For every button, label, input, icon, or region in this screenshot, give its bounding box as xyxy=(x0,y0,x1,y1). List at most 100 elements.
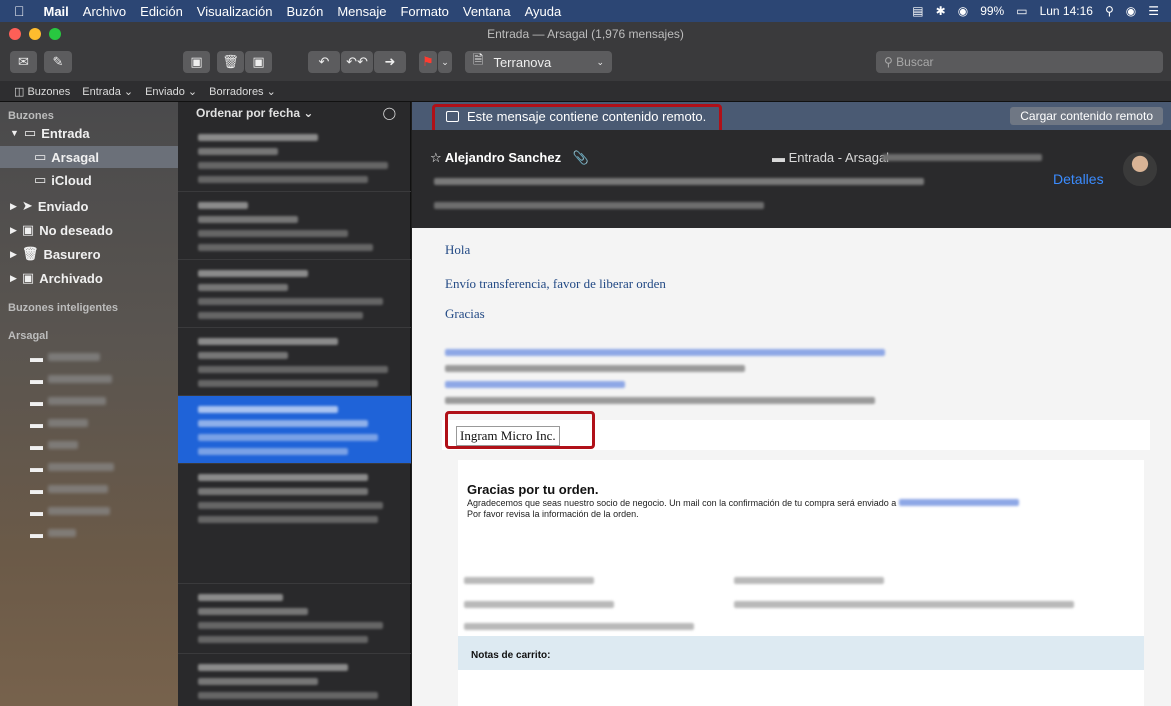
battery-percent[interactable]: 99% xyxy=(980,4,1004,18)
folder-icon: ▬ xyxy=(30,481,43,497)
sidebar-item-icloud[interactable]: ▭ iCloud xyxy=(0,169,178,191)
battery-icon[interactable]: ▭ xyxy=(1016,4,1027,18)
sidebar-folder[interactable]: ▬ xyxy=(0,368,178,390)
sidebar-item-enviado[interactable]: ▶ ➤ Enviado xyxy=(0,195,178,217)
get-mail-button[interactable]: ✉ xyxy=(10,51,37,73)
list-item[interactable] xyxy=(178,584,411,654)
fav-buzones[interactable]: ◫ Buzones xyxy=(14,85,70,98)
menu-mensaje[interactable]: Mensaje xyxy=(330,4,393,19)
clock[interactable]: Lun 14:16 xyxy=(1040,4,1093,18)
search-placeholder: Buscar xyxy=(896,55,934,69)
fav-entrada[interactable]: Entrada ⌄ xyxy=(82,85,133,98)
archive-button[interactable]: ▣ xyxy=(183,51,210,73)
sidebar-folder[interactable]: ▬ xyxy=(0,390,178,412)
details-link[interactable]: Detalles xyxy=(1053,171,1104,187)
sidebar-folder[interactable]: ▬ xyxy=(0,412,178,434)
flag-menu-button[interactable]: ⌄ xyxy=(438,51,452,73)
list-item[interactable] xyxy=(178,192,411,260)
menu-visualizacion[interactable]: Visualización xyxy=(190,4,280,19)
sort-control[interactable]: Ordenar por fecha ⌄ ◯ xyxy=(178,102,410,124)
siri-icon[interactable]: ◉ xyxy=(1126,4,1136,18)
inbox-icon: ▭ xyxy=(23,125,37,140)
forward-icon: ➜ xyxy=(384,54,396,69)
sent-icon: ➤ xyxy=(21,198,33,213)
highlight-box-company xyxy=(445,411,595,449)
bluetooth-icon[interactable]: ✱ xyxy=(936,4,946,18)
sidebar-folder[interactable]: ▬ xyxy=(0,434,178,456)
load-remote-content-button[interactable]: Cargar contenido remoto xyxy=(1010,107,1163,125)
menu-ayuda[interactable]: Ayuda xyxy=(518,4,569,19)
menu-edicion[interactable]: Edición xyxy=(133,4,190,19)
sidebar-item-no-deseado[interactable]: ▶ ▣ No deseado xyxy=(0,219,178,241)
forward-button[interactable]: ➜ xyxy=(374,51,406,73)
reply-all-button[interactable]: ↶↶ xyxy=(341,51,373,73)
sidebar-folder[interactable]: ▬ xyxy=(0,500,178,522)
sender[interactable]: ☆ Alejandro Sanchez 📎 xyxy=(430,150,589,166)
compose-button[interactable]: ✎ xyxy=(44,51,72,73)
junk-icon: ▣ xyxy=(252,54,265,69)
window-toolbar: Entrada — Arsagal (1,976 mensajes) ✉ ✎ ▣… xyxy=(0,22,1171,88)
menu-app-name[interactable]: Mail xyxy=(37,4,76,19)
sidebar-item-archivado[interactable]: ▶ ▣ Archivado xyxy=(0,267,178,289)
filter-icon[interactable]: ◯ xyxy=(383,106,396,120)
folder-icon: ▬ xyxy=(30,459,43,475)
reply-button[interactable]: ↶ xyxy=(308,51,340,73)
menu-formato[interactable]: Formato xyxy=(393,4,455,19)
disclosure-closed-icon[interactable]: ▶ xyxy=(10,249,17,260)
envelope-icon: ✉ xyxy=(18,54,29,69)
star-icon[interactable]: ☆ xyxy=(430,150,442,165)
cart-notes: Notas de carrito: xyxy=(458,636,1144,670)
menu-ventana[interactable]: Ventana xyxy=(456,4,518,19)
search-input[interactable]: ⚲ Buscar xyxy=(876,51,1163,73)
message-viewer: Este mensaje contiene contenido remoto. … xyxy=(412,102,1171,706)
fav-enviado[interactable]: Enviado ⌄ xyxy=(145,85,197,98)
list-item[interactable] xyxy=(178,464,411,584)
folder-icon: ▬ xyxy=(30,525,43,541)
attachment-icon: 📎 xyxy=(572,150,589,165)
flag-button[interactable]: ⚑ xyxy=(419,51,437,73)
reply-icon: ↶ xyxy=(318,54,330,69)
sidebar-folder[interactable]: ▬ xyxy=(0,522,178,544)
list-item[interactable] xyxy=(178,260,411,328)
compose-icon: ✎ xyxy=(52,54,64,69)
favorites-bar: ◫ Buzones Entrada ⌄ Enviado ⌄ Borradores… xyxy=(0,81,1171,102)
mailbox-indicator: ▬ Entrada - Arsagal xyxy=(772,150,890,165)
message-body: Hola Envío transferencia, favor de liber… xyxy=(412,228,1171,706)
body-line: Gracias xyxy=(445,306,485,321)
delete-button[interactable]: 🗑 xyxy=(217,51,244,73)
sidebar-section-smart: Buzones inteligentes xyxy=(8,302,119,314)
trash-icon: 🗑 xyxy=(222,54,239,69)
list-item[interactable] xyxy=(178,654,411,706)
folder-icon: 🗎 xyxy=(473,52,484,67)
sidebar-item-entrada[interactable]: ▼ ▭ Entrada xyxy=(0,122,178,144)
menu-buzon[interactable]: Buzón xyxy=(279,4,330,19)
disclosure-closed-icon[interactable]: ▶ xyxy=(10,201,17,212)
sidebar-item-basurero[interactable]: ▶ 🗑 Basurero xyxy=(0,243,178,265)
menu-archivo[interactable]: Archivo xyxy=(76,4,133,19)
order-card-text: Por favor revisa la información de la or… xyxy=(467,509,639,519)
spotlight-icon[interactable]: ⚲ xyxy=(1105,4,1114,18)
sidebar-folder[interactable]: ▬ xyxy=(0,456,178,478)
sidebar-folder[interactable]: ▬ xyxy=(0,346,178,368)
sidebar-item-arsagal[interactable]: ▭ Arsagal xyxy=(0,146,178,168)
list-item[interactable] xyxy=(178,328,411,396)
trash-icon: 🗑 xyxy=(21,246,39,261)
chevron-down-icon: ⌄ xyxy=(596,56,604,67)
sidebar-folder[interactable]: ▬ xyxy=(0,478,178,500)
junk-button[interactable]: ▣ xyxy=(245,51,272,73)
apple-menu-icon[interactable]:  xyxy=(0,3,37,19)
wifi-icon[interactable]: ◉ xyxy=(958,4,968,18)
display-icon[interactable]: ▤ xyxy=(912,4,923,18)
fav-borradores[interactable]: Borradores ⌄ xyxy=(209,85,276,98)
disclosure-closed-icon[interactable]: ▶ xyxy=(10,225,17,236)
disclosure-closed-icon[interactable]: ▶ xyxy=(10,273,17,284)
avatar xyxy=(1123,152,1157,186)
search-icon: ⚲ xyxy=(884,55,893,69)
list-item[interactable] xyxy=(178,124,411,192)
folder-icon: ▬ xyxy=(30,503,43,519)
flag-group: ⚑ ⌄ xyxy=(419,51,452,73)
notification-center-icon[interactable]: ☰ xyxy=(1148,4,1159,18)
disclosure-open-icon[interactable]: ▼ xyxy=(10,128,19,138)
move-to-mailbox-select[interactable]: 🗎 Terranova ⌄ xyxy=(465,51,612,73)
list-item-selected[interactable] xyxy=(178,396,411,464)
